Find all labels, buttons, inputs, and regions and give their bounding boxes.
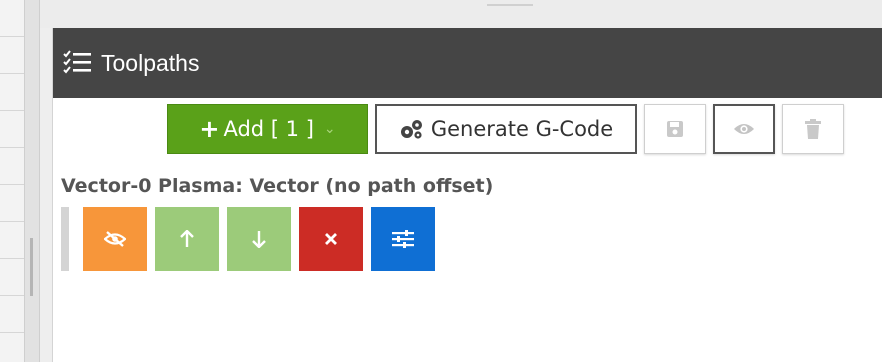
toggle-visibility-button[interactable] — [83, 207, 147, 271]
add-toolpath-button[interactable]: + Add [ 1 ] ⌄ — [167, 104, 368, 154]
operation-row — [61, 207, 435, 271]
remove-operation-button[interactable] — [299, 207, 363, 271]
toolpaths-toolbar: + Add [ 1 ] ⌄ Generate G-Code — [167, 104, 844, 156]
floppy-disk-icon — [667, 121, 683, 137]
top-strip — [40, 0, 882, 28]
operation-buttons — [83, 207, 435, 271]
eye-slash-icon — [104, 231, 126, 247]
top-strip-tick — [487, 4, 533, 6]
add-button-label: Add [ 1 ] — [223, 117, 314, 141]
toolpaths-panel-header: Toolpaths — [53, 28, 882, 98]
left-ruler — [0, 0, 24, 362]
drag-handle[interactable] — [61, 207, 69, 271]
chevron-down-icon: ⌄ — [323, 121, 336, 137]
gears-icon — [400, 120, 422, 139]
delete-button[interactable] — [782, 104, 844, 154]
arrow-down-icon — [252, 231, 266, 248]
toolpaths-panel: Toolpaths + Add [ 1 ] ⌄ Generate G-Code — [52, 28, 882, 362]
splitter-grip[interactable] — [30, 238, 33, 296]
generate-gcode-button[interactable]: Generate G-Code — [375, 104, 637, 154]
arrow-up-icon — [180, 230, 194, 247]
x-icon — [325, 233, 337, 245]
move-down-button[interactable] — [227, 207, 291, 271]
trash-icon — [805, 119, 821, 139]
operation-settings-button[interactable] — [371, 207, 435, 271]
eye-icon — [734, 124, 754, 134]
save-button[interactable] — [644, 104, 706, 154]
preview-button[interactable] — [713, 104, 775, 154]
generate-button-label: Generate G-Code — [430, 117, 614, 141]
sliders-icon — [392, 230, 414, 248]
operation-title: Vector-0 Plasma: Vector (no path offset) — [61, 175, 494, 197]
move-up-button[interactable] — [155, 207, 219, 271]
plus-icon: + — [199, 115, 220, 143]
checklist-icon — [63, 50, 91, 74]
pane-splitter[interactable] — [24, 0, 40, 362]
panel-title: Toolpaths — [101, 49, 200, 76]
